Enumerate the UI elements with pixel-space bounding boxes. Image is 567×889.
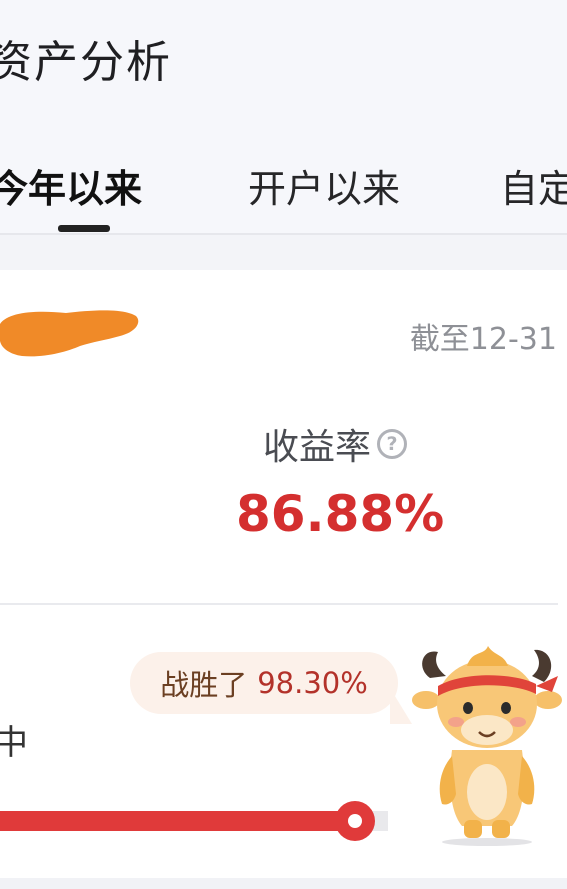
tab-since-account-open[interactable]: 开户以来 [248, 158, 400, 213]
bubble-tail [390, 688, 412, 724]
tab-custom[interactable]: 自定 [500, 158, 567, 213]
beat-prefix: 战胜了 [160, 668, 248, 702]
rank-progress-fill [0, 811, 355, 831]
rank-progress-bar [0, 811, 388, 831]
beat-percentage: 98.30% [257, 666, 368, 700]
rank-progress-knob [335, 801, 375, 841]
return-rate-value: 86.88% [236, 485, 445, 543]
header-divider [0, 233, 567, 235]
ox-mascot-icon [412, 646, 562, 846]
as-of-date: 截至12-31 [409, 322, 557, 357]
beat-percentage-bubble: 战胜了 98.30% [130, 652, 398, 714]
return-rate-label: 收益率 [263, 427, 372, 468]
active-tab-indicator [58, 225, 110, 232]
card-divider [0, 603, 558, 605]
tab-year-to-date[interactable]: 今年以来 [0, 158, 142, 213]
question-circle-icon[interactable]: ? [377, 429, 408, 459]
return-summary-card: 截至12-31 收益率 ? 86.88% 战胜了 98.30% 中 [0, 270, 567, 878]
bottom-strip [0, 878, 567, 889]
redacted-account-name [0, 310, 139, 357]
page-title: 资产分析 [0, 37, 172, 88]
period-tabs: 今年以来 开户以来 自定 [0, 150, 567, 235]
header: 资产分析 今年以来 开户以来 自定 [0, 0, 567, 235]
return-rate-label-row: 收益率 ? [263, 422, 408, 468]
rank-label: 中 [0, 723, 28, 763]
